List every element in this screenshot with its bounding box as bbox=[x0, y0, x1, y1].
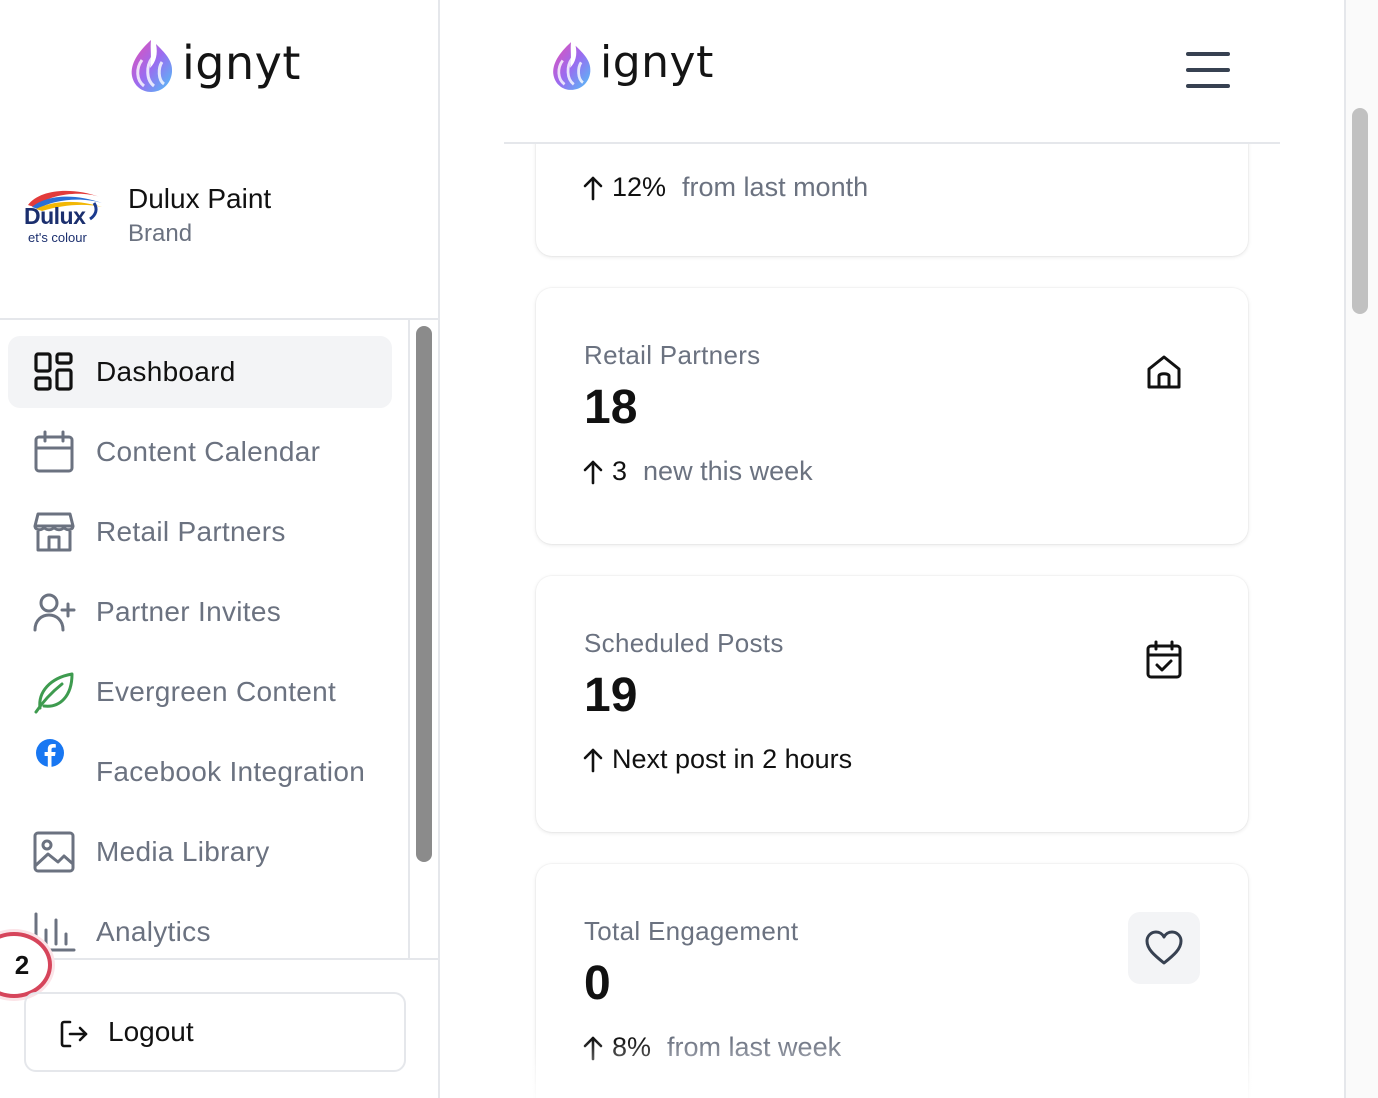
facebook-icon bbox=[28, 738, 72, 782]
divider bbox=[0, 958, 438, 960]
trend-note: new this week bbox=[643, 456, 813, 486]
sidebar-item-label: Dashboard bbox=[96, 356, 236, 387]
sidebar-item-label: Facebook Integration bbox=[96, 756, 366, 787]
stat-card-retail-partners: Retail Partners 18 3 new this week bbox=[536, 288, 1248, 544]
sidebar-item-label: Evergreen Content bbox=[96, 676, 337, 707]
main-content: ignyt 12% from last month Retail Partner… bbox=[440, 0, 1344, 1098]
card-title: Scheduled Posts bbox=[584, 628, 784, 658]
page-scrollbar-thumb[interactable] bbox=[1352, 108, 1368, 314]
leaf-icon bbox=[32, 670, 76, 714]
card-trend: 8% from last week bbox=[582, 1032, 841, 1063]
trend-value: 3 bbox=[612, 456, 628, 486]
brand-type: Brand bbox=[128, 219, 193, 247]
stat-card-scheduled-posts: Scheduled Posts 19 Next post in 2 hours bbox=[536, 576, 1248, 832]
sidebar-item-dashboard[interactable]: Dashboard bbox=[8, 336, 392, 408]
arrow-up-icon bbox=[583, 1036, 603, 1060]
logout-button[interactable]: Logout bbox=[24, 992, 406, 1072]
calendar-icon bbox=[32, 430, 76, 474]
sidebar-nav: Dashboard Content Calendar Retail Partne… bbox=[0, 320, 410, 958]
sidebar-item-partner-invites[interactable]: Partner Invites bbox=[8, 576, 392, 648]
calendar-check-icon bbox=[1142, 638, 1186, 682]
sidebar-item-analytics[interactable]: Analytics bbox=[8, 896, 392, 958]
heart-icon[interactable] bbox=[1128, 912, 1200, 984]
brand-logo-tagline: et's colour bbox=[28, 229, 87, 245]
sidebar-scrollbar[interactable] bbox=[416, 326, 432, 862]
brand-name: Dulux Paint bbox=[128, 183, 272, 214]
card-trend: 3 new this week bbox=[582, 456, 813, 487]
card-trend: 12% from last month bbox=[582, 172, 868, 203]
brand-profile: Dulux et's colour Dulux Paint Brand bbox=[22, 182, 271, 248]
card-value: 19 bbox=[584, 669, 638, 722]
trend-value: 12% bbox=[612, 172, 667, 202]
brand-logo: Dulux et's colour bbox=[22, 185, 104, 245]
logo-wordmark: ignyt bbox=[600, 37, 714, 88]
flame-logo-icon bbox=[553, 42, 591, 90]
logout-label: Logout bbox=[108, 1016, 194, 1047]
card-trend: Next post in 2 hours bbox=[582, 744, 852, 775]
card-title: Total Engagement bbox=[584, 916, 799, 946]
header-logo[interactable]: ignyt bbox=[548, 40, 714, 92]
card-value: 0 bbox=[584, 957, 611, 1010]
hamburger-menu-icon[interactable] bbox=[1186, 52, 1230, 88]
image-icon bbox=[32, 830, 76, 874]
stats-cards: 12% from last month Retail Partners 18 3… bbox=[440, 144, 1344, 1098]
user-plus-icon bbox=[32, 590, 76, 634]
sidebar-item-evergreen-content[interactable]: Evergreen Content bbox=[8, 656, 392, 728]
sidebar-item-label: Analytics bbox=[96, 916, 211, 947]
arrow-up-icon bbox=[583, 748, 603, 772]
sidebar-item-label: Retail Partners bbox=[96, 516, 286, 547]
dashboard-grid-icon bbox=[32, 350, 76, 394]
sidebar-item-content-calendar[interactable]: Content Calendar bbox=[8, 416, 392, 488]
stat-card: 12% from last month bbox=[536, 144, 1248, 256]
stat-card-total-engagement: Total Engagement 0 8% from last week bbox=[536, 864, 1248, 1098]
logout-icon bbox=[60, 1020, 88, 1048]
sidebar-item-label: Content Calendar bbox=[96, 436, 321, 467]
storefront-icon bbox=[32, 510, 76, 554]
arrow-up-icon bbox=[583, 176, 603, 200]
trend-note: from last week bbox=[667, 1032, 842, 1062]
app-logo[interactable]: ignyt bbox=[126, 38, 301, 94]
trend-value: 8% bbox=[612, 1032, 652, 1062]
trend-note: from last month bbox=[682, 172, 869, 202]
sidebar: ignyt Dulux et's colour Dulux Paint Bran… bbox=[0, 0, 440, 1098]
logo-wordmark: ignyt bbox=[182, 36, 301, 90]
arrow-up-icon bbox=[583, 460, 603, 484]
sidebar-item-media-library[interactable]: Media Library bbox=[8, 816, 392, 888]
flame-logo-icon bbox=[131, 40, 173, 92]
sidebar-item-label: Partner Invites bbox=[96, 596, 282, 627]
card-title: Retail Partners bbox=[584, 340, 761, 370]
sidebar-item-label: Media Library bbox=[96, 836, 270, 867]
home-icon bbox=[1142, 350, 1186, 394]
sidebar-item-retail-partners[interactable]: Retail Partners bbox=[8, 496, 392, 568]
sidebar-item-facebook-integration[interactable]: Facebook Integration bbox=[8, 736, 392, 808]
brand-logo-word: Dulux bbox=[24, 202, 86, 229]
trend-value: Next post in 2 hours bbox=[612, 744, 853, 774]
card-value: 18 bbox=[584, 381, 638, 434]
